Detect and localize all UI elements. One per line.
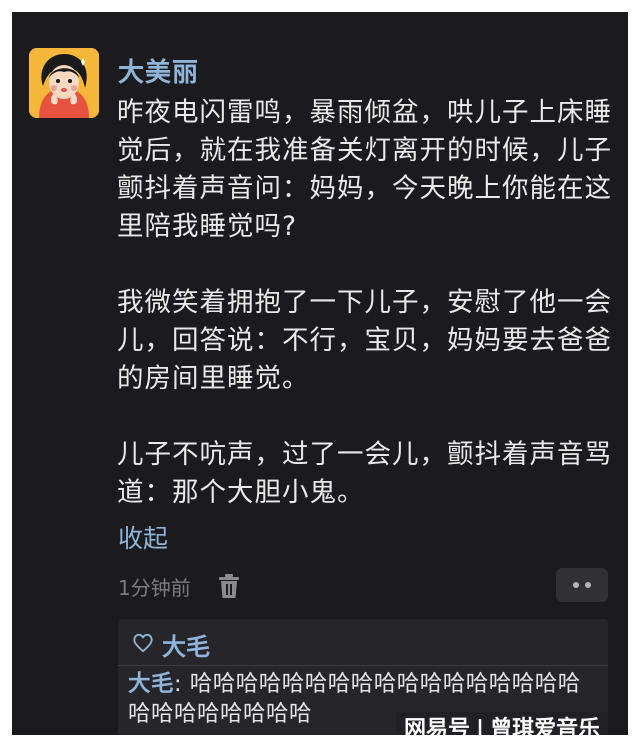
more-options-button[interactable] [556, 568, 608, 602]
avatar[interactable] [29, 48, 99, 118]
heart-outline-icon [133, 633, 153, 653]
post-paragraph: 昨夜电闪雷鸣，暴雨倾盆，哄儿子上床睡觉后，就在我准备关灯离开的时候，儿子颤抖着声… [117, 97, 612, 242]
collapse-link[interactable]: 收起 [118, 519, 168, 555]
watermark-account: 曾琪爱音乐 [490, 717, 601, 735]
comment-author[interactable]: 大毛 [128, 671, 174, 697]
liker-name[interactable]: 大毛 [162, 627, 210, 662]
post-timestamp: 1分钟前 [118, 576, 191, 600]
watermark-brand: 网易号 [404, 717, 471, 735]
more-dots-icon [573, 582, 579, 588]
post-paragraph: 儿子不吭声，过了一会儿，颤抖着声音骂道：那个大胆小鬼。 [117, 439, 612, 508]
post-body: 昨夜电闪雷鸣，暴雨倾盆，哄儿子上床睡觉后，就在我准备关灯离开的时候，儿子颤抖着声… [117, 94, 617, 512]
comment-separator: : [174, 671, 190, 697]
moment-card: 大美丽 昨夜电闪雷鸣，暴雨倾盆，哄儿子上床睡觉后，就在我准备关灯离开的时候，儿子… [12, 12, 628, 735]
post-username[interactable]: 大美丽 [118, 52, 199, 89]
watermark-separator: | [476, 717, 485, 735]
watermark: 网易号 | 曾琪爱音乐 [396, 712, 609, 735]
more-dots-icon [585, 582, 591, 588]
post-paragraph: 我微笑着拥抱了一下儿子，安慰了他一会儿，回答说：不行，宝贝，妈妈要去爸爸的房间里… [117, 287, 612, 394]
comment-divider [118, 665, 608, 666]
trash-icon[interactable] [217, 573, 241, 599]
avatar-illustration [29, 48, 99, 118]
